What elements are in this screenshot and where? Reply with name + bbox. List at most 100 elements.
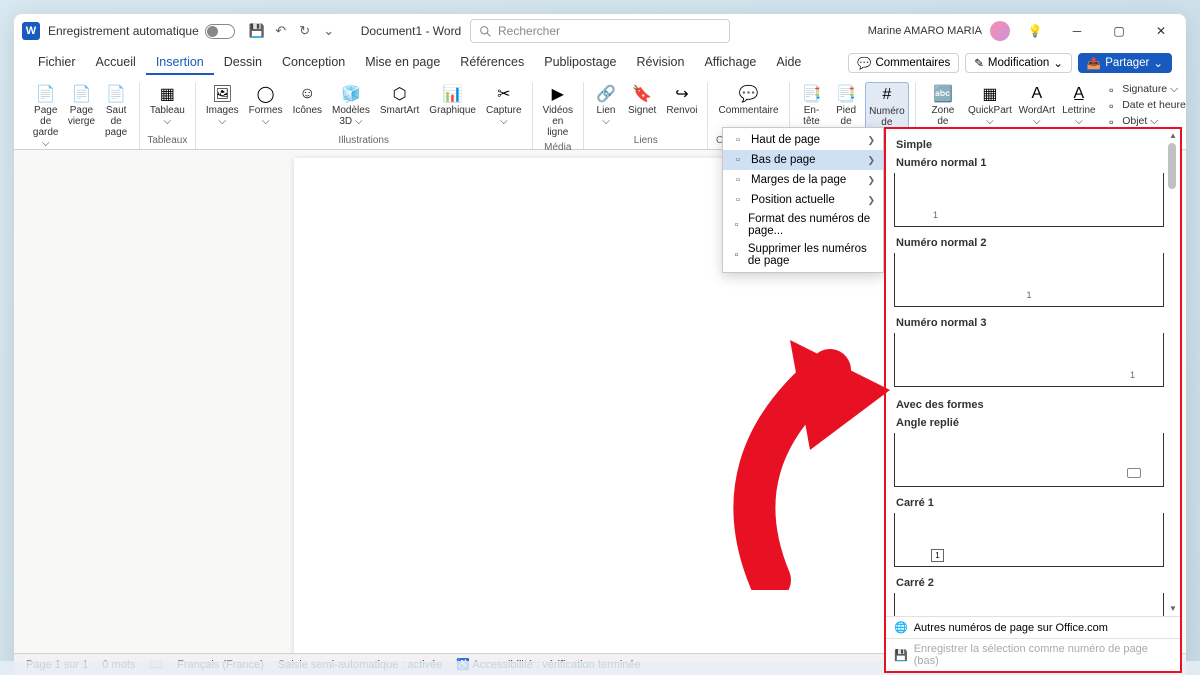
- username-label[interactable]: Marine AMARO MARIA: [868, 25, 982, 37]
- ribbon-icon: ⬡: [390, 84, 410, 104]
- ribbon-icon: 🖼: [212, 84, 232, 104]
- ribbon-icon: ☺: [297, 84, 317, 104]
- gallery-item-label: Numéro normal 1: [894, 155, 1164, 173]
- tab-affichage[interactable]: Affichage: [694, 51, 766, 75]
- ribbon-ic-nes[interactable]: ☺Icônes: [289, 82, 326, 133]
- ribbon-icon: 📄: [71, 84, 91, 104]
- tab-fichier[interactable]: Fichier: [28, 51, 86, 75]
- gallery-more-office[interactable]: 🌐 Autres numéros de page sur Office.com: [886, 616, 1180, 638]
- ribbon-renvoi[interactable]: ↪Renvoi: [662, 82, 701, 133]
- menu-marges-de-la-page[interactable]: ▫Marges de la page❯: [723, 170, 883, 190]
- page-number-gallery: ▲ ▼ SimpleNuméro normal 11Numéro normal …: [884, 127, 1182, 673]
- menu-item-icon: ▫: [731, 248, 742, 262]
- ribbon-icon: ▦: [157, 84, 177, 104]
- ribbon-icon: ▦: [980, 84, 1000, 104]
- gallery-section-title: Simple: [894, 135, 1164, 155]
- share-button[interactable]: 📤 Partager ⌄: [1078, 53, 1172, 73]
- ribbon-commentaire[interactable]: 💬Commentaire: [714, 82, 782, 133]
- redo-icon[interactable]: ↻: [296, 22, 314, 40]
- ribbon-tabs: FichierAccueilInsertionDessinConceptionM…: [14, 48, 1186, 78]
- tab-accueil[interactable]: Accueil: [86, 51, 146, 75]
- ribbon-icon: ✂: [494, 84, 514, 104]
- menu-supprimer-les-num-ros-de-page[interactable]: ▫Supprimer les numéros de page: [723, 240, 883, 270]
- menu-position-actuelle[interactable]: ▫Position actuelle❯: [723, 190, 883, 210]
- tab-dessin[interactable]: Dessin: [214, 51, 272, 75]
- ribbon-group-label: Liens: [590, 133, 702, 149]
- ribbon-graphique[interactable]: 📊Graphique: [425, 82, 480, 133]
- ribbon-tableau[interactable]: ▦Tableau ⌵: [146, 82, 189, 133]
- gallery-save-selection: 💾 Enregistrer la sélection comme numéro …: [886, 638, 1180, 671]
- scroll-up-icon[interactable]: ▲: [1168, 131, 1178, 141]
- ribbon-icon: 💬: [739, 84, 759, 104]
- maximize-button[interactable]: ▢: [1102, 16, 1136, 46]
- ribbon-group-label: Illustrations: [202, 133, 526, 149]
- document-title: Document1 - Word: [361, 24, 461, 38]
- gallery-item-carr-2[interactable]: 1: [894, 593, 1164, 616]
- search-icon: [479, 25, 492, 38]
- ribbon-icon: 📑: [802, 84, 822, 104]
- menu-item-icon: ▫: [731, 193, 745, 207]
- minimize-button[interactable]: ─: [1060, 16, 1094, 46]
- gallery-item-angle-repli-[interactable]: [894, 433, 1164, 487]
- ribbon-signature-[interactable]: ▫Signature ⌵: [1100, 82, 1186, 98]
- tab-insertion[interactable]: Insertion: [146, 51, 214, 75]
- user-avatar[interactable]: [990, 21, 1010, 41]
- gallery-item-label: Carré 2: [894, 575, 1164, 593]
- close-button[interactable]: ✕: [1144, 16, 1178, 46]
- search-input[interactable]: Rechercher: [470, 19, 730, 43]
- ribbon-icon: 📄: [106, 84, 126, 104]
- chevron-right-icon: ❯: [867, 175, 875, 186]
- ribbon-date-et-heure[interactable]: ▫Date et heure: [1100, 98, 1186, 114]
- gallery-scrollbar[interactable]: ▲ ▼: [1168, 133, 1178, 612]
- ribbon-icon: 📑: [836, 84, 856, 104]
- tab-mise-en-page[interactable]: Mise en page: [355, 51, 450, 75]
- ribbon-icon: 📊: [443, 84, 463, 104]
- gallery-item-num-ro-normal-1[interactable]: 1: [894, 173, 1164, 227]
- ribbon-images[interactable]: 🖼Images ⌵: [202, 82, 243, 133]
- titlebar: W Enregistrement automatique 💾 ↶ ↻ ⌄ Doc…: [14, 14, 1186, 48]
- menu-bas-de-page[interactable]: ▫Bas de page❯: [723, 150, 883, 170]
- save-icon[interactable]: 💾: [248, 22, 266, 40]
- help-icon[interactable]: 💡: [1018, 16, 1052, 46]
- gallery-item-label: Numéro normal 2: [894, 235, 1164, 253]
- ribbon-formes[interactable]: ◯Formes ⌵: [245, 82, 287, 133]
- menu-format-des-num-ros-de-page-[interactable]: ▫Format des numéros de page...: [723, 210, 883, 240]
- gallery-item-carr-1[interactable]: 1: [894, 513, 1164, 567]
- gallery-item-num-ro-normal-3[interactable]: 1: [894, 333, 1164, 387]
- gallery-item-label: Angle replié: [894, 415, 1164, 433]
- ribbon-icon: A̲: [1069, 84, 1089, 104]
- ribbon-lien[interactable]: 🔗Lien ⌵: [590, 82, 622, 133]
- ribbon-saut-de[interactable]: 📄Saut de page: [99, 82, 132, 151]
- ribbon-capture[interactable]: ✂Capture ⌵: [482, 82, 526, 133]
- tab-révision[interactable]: Révision: [627, 51, 695, 75]
- ribbon-signet[interactable]: 🔖Signet: [624, 82, 660, 133]
- menu-item-icon: ▫: [731, 173, 745, 187]
- ribbon-icon: 🔖: [632, 84, 652, 104]
- ribbon-icon: A: [1027, 84, 1047, 104]
- ribbon-icon: ▶: [548, 84, 568, 104]
- menu-haut-de-page[interactable]: ▫Haut de page❯: [723, 130, 883, 150]
- gallery-section-title: Avec des formes: [894, 395, 1164, 415]
- ribbon-icon: 🧊: [341, 84, 361, 104]
- ribbon-group-label: Tableaux: [146, 133, 189, 149]
- tab-références[interactable]: Références: [450, 51, 534, 75]
- editing-mode-button[interactable]: ✎ Modification ⌄: [965, 53, 1072, 73]
- menu-item-icon: ▫: [731, 218, 742, 232]
- ribbon-vid-os[interactable]: ▶Vidéos en ligne: [539, 82, 577, 140]
- ribbon-mod-les[interactable]: 🧊Modèles 3D ⌵: [328, 82, 374, 133]
- qat-customize-icon[interactable]: ⌄: [320, 22, 338, 40]
- tab-conception[interactable]: Conception: [272, 51, 355, 75]
- ribbon-icon: 📄: [36, 84, 56, 104]
- ribbon-page-de[interactable]: 📄Page de garde ⌵: [28, 82, 63, 151]
- ribbon-page[interactable]: 📄Page vierge: [65, 82, 97, 151]
- undo-icon[interactable]: ↶: [272, 22, 290, 40]
- gallery-item-num-ro-normal-2[interactable]: 1: [894, 253, 1164, 307]
- ribbon-smartart[interactable]: ⬡SmartArt: [376, 82, 423, 133]
- tab-publipostage[interactable]: Publipostage: [534, 51, 626, 75]
- scroll-down-icon[interactable]: ▼: [1168, 604, 1178, 614]
- tab-aide[interactable]: Aide: [766, 51, 811, 75]
- ribbon-icon: ◯: [256, 84, 276, 104]
- autosave-toggle[interactable]: [205, 24, 235, 39]
- scroll-thumb[interactable]: [1168, 143, 1176, 189]
- comments-button[interactable]: 💬 Commentaires: [848, 53, 959, 73]
